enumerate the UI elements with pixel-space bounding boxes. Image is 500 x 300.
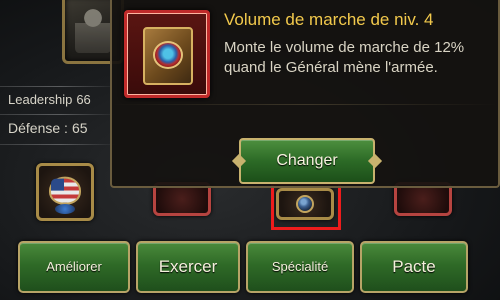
skill-description: Monte le volume de marche de 12% quand l…: [224, 39, 465, 76]
change-button[interactable]: Changer: [239, 138, 375, 184]
stat-leadership: Leadership 66: [8, 92, 91, 107]
selection-highlight: [271, 182, 341, 230]
gem-base-icon: [55, 204, 75, 214]
skill-tooltip: Volume de marche de niv. 4 Monte le volu…: [110, 0, 500, 188]
stat-value: 65: [71, 120, 88, 136]
improve-button[interactable]: Améliorer: [18, 241, 130, 293]
knight-icon: [75, 3, 111, 53]
pact-button[interactable]: Pacte: [360, 241, 468, 293]
specialty-button[interactable]: Spécialité: [246, 241, 354, 293]
divider: [0, 144, 120, 145]
train-button[interactable]: Exercer: [136, 241, 240, 293]
stat-defense: Défense :65: [8, 120, 88, 136]
skill-title: Volume de marche de niv. 4: [224, 10, 434, 29]
skill-slot-flag[interactable]: [36, 163, 94, 221]
march-volume-skill-icon: [124, 10, 210, 98]
crown-icon: [153, 41, 183, 69]
divider: [0, 114, 120, 115]
stat-label: Leadership: [8, 92, 73, 107]
stat-label: Défense :: [8, 120, 68, 136]
stat-value: 66: [76, 92, 91, 107]
divider: [0, 86, 120, 87]
banner-icon: [49, 176, 81, 205]
